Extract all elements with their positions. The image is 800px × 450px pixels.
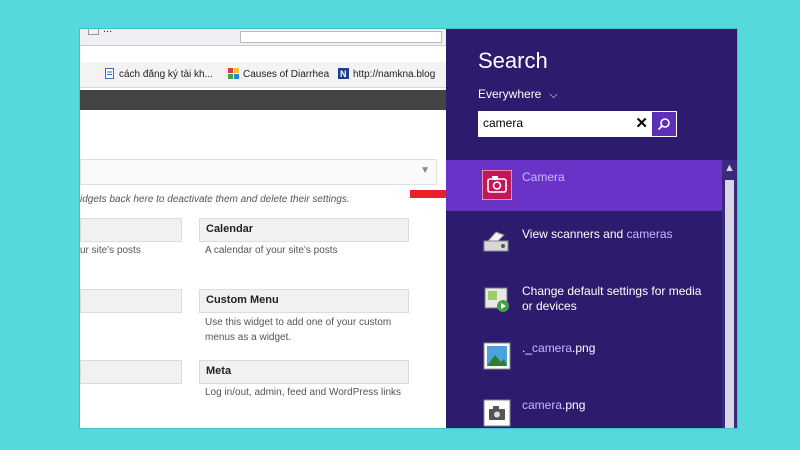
widget-box[interactable] [80,218,182,242]
widgets-hint: idgets back here to deactivate them and … [80,194,350,205]
search-input[interactable] [483,115,643,131]
result-highlight: camera [522,398,563,412]
bookmarks-bar: cách đăng ký tài kh... Causes of Diarrhe… [80,62,446,88]
widget-desc: A calendar of your site's posts [205,245,338,256]
result-label: View scanners and cameras [522,227,712,242]
widget-title: Meta [206,365,232,377]
bookmark-item[interactable]: N http://namkna.blog [338,68,435,80]
result-highlight: Camera [522,170,565,184]
widget-desc: ur site's posts [80,245,141,256]
browser-tabstrip: ... [80,29,446,46]
search-result-camera-png-hidden[interactable]: ._camera.png [446,331,722,382]
results-scrollbar[interactable]: ▲ [722,160,737,428]
widget-title: Calendar [206,223,254,235]
dropdown-arrow-icon[interactable]: ▼ [420,165,430,176]
result-label: camera.png [522,398,712,413]
bookmark-item[interactable]: cách đăng ký tài kh... [104,68,213,80]
result-text: .png [562,398,586,412]
browser-window: ... cách đăng ký tài kh... Causes of Dia… [80,29,446,428]
svg-text:N: N [340,69,347,79]
search-button[interactable] [652,112,676,136]
autoplay-settings-icon [482,284,512,314]
result-label: Camera [522,170,712,185]
scrollbar-thumb[interactable] [725,180,734,428]
search-box: ✕ [478,111,677,137]
result-text: ._ [522,341,533,355]
n-site-icon: N [338,68,349,79]
widget-box[interactable] [80,360,182,384]
widget-desc: Log in/out, admin, feed and WordPress li… [205,387,402,398]
clear-icon[interactable]: ✕ [635,114,648,132]
widget-area-header[interactable]: ▼ [80,159,437,185]
widget-box[interactable] [80,289,182,313]
widget-desc: Use this widget to add one of your custo… [205,317,392,343]
admin-bar [80,90,446,110]
screenshot-frame: ... cách đăng ký tài kh... Causes of Dia… [80,29,737,428]
bookmark-label: cách đăng ký tài kh... [119,69,213,80]
search-title: Search [478,48,548,73]
search-scope-label: Everywhere [478,87,542,101]
search-result-autoplay[interactable]: Change default settings for media or dev… [446,274,722,325]
bookmark-label: http://namkna.blog [353,69,436,80]
browser-tab[interactable]: ... [88,29,112,35]
result-highlight: cameras [626,227,673,241]
colorful-grid-icon [228,68,239,79]
address-bar[interactable] [240,31,442,43]
chevron-down-icon: ⌵ [549,89,558,101]
search-result-camera[interactable]: Camera [446,160,722,211]
search-pane: Search Everywhere ⌵ ✕ Camera [446,29,737,428]
scanner-icon [482,227,512,257]
result-highlight: camera [532,341,573,355]
image-file-icon [482,398,512,428]
image-file-icon [482,341,512,371]
bookmark-label: Causes of Diarrhea [243,69,330,80]
camera-app-icon [481,169,513,201]
search-result-camera-png[interactable]: camera.png [446,388,722,428]
result-label: Change default settings for media or dev… [522,284,702,313]
browser-tab-label: ... [103,29,113,35]
result-text: .png [572,341,596,355]
result-label: ._camera.png [522,341,712,356]
widget-title: Custom Menu [206,294,279,306]
result-text: View scanners and [522,227,627,241]
search-result-scanners[interactable]: View scanners and cameras [446,217,722,268]
bookmark-item[interactable]: Causes of Diarrhea [228,68,329,80]
search-scope-dropdown[interactable]: Everywhere ⌵ [478,87,558,102]
chevron-up-icon[interactable]: ▲ [724,162,735,174]
search-results: Camera View scanners and cameras Change … [446,160,722,428]
document-icon [104,68,115,79]
search-icon [657,118,670,131]
